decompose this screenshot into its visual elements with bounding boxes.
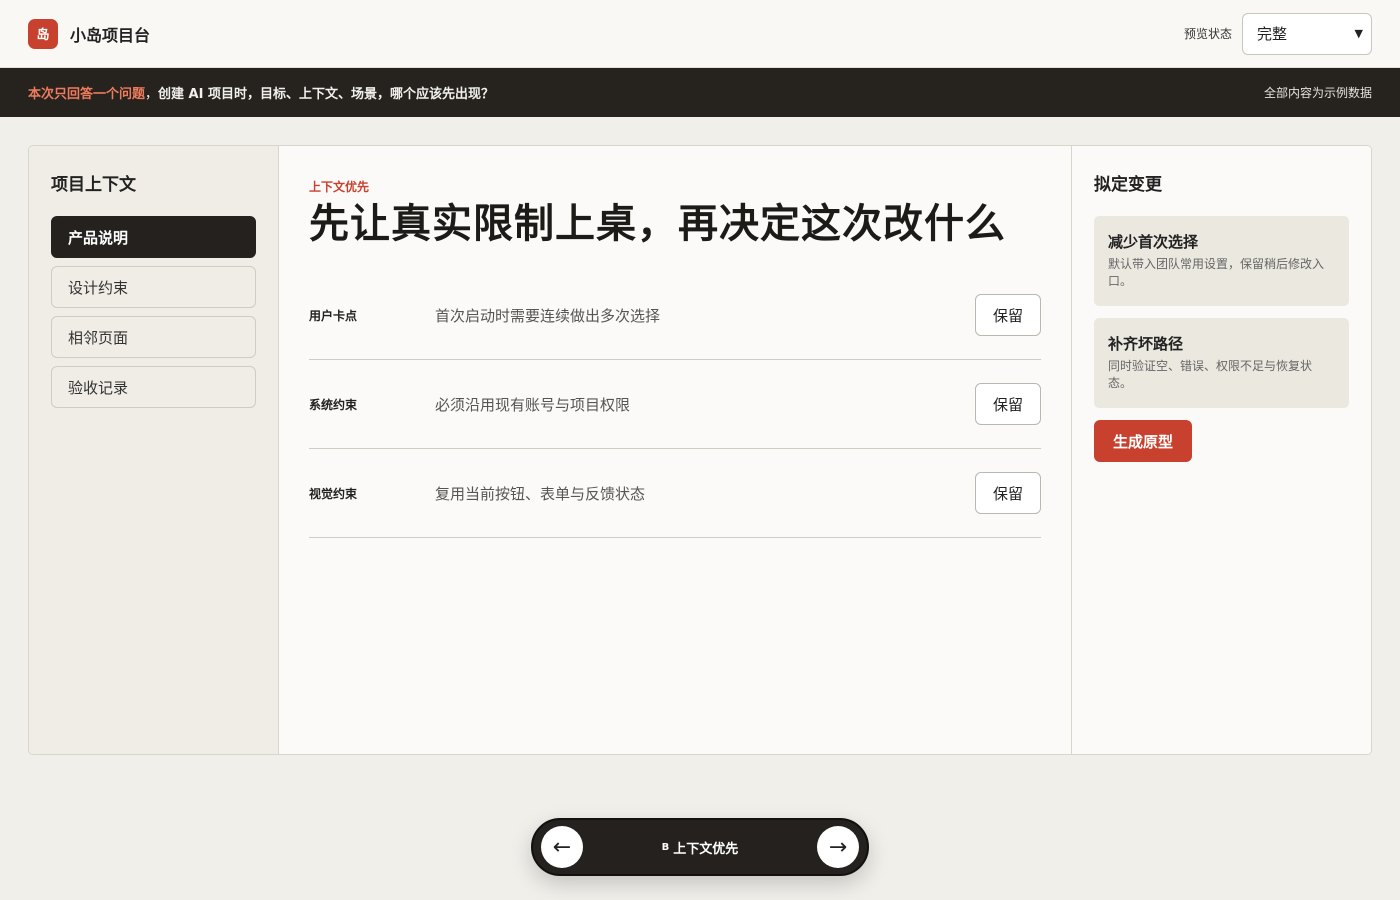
- logo-icon: 岛: [28, 18, 58, 49]
- context-main: 上下文优先 先让真实限制上桌，再决定这次改什么 用户卡点 首次启动时需要连续做出…: [279, 146, 1072, 754]
- banner-question-text: 创建 AI 项目时，目标、上下文、场景，哪个应该先出现？: [158, 87, 494, 102]
- constraint-text: 首次启动时需要连续做出多次选择: [435, 306, 661, 325]
- top-bar: 岛 小岛项目台 预览状态 完整 ▼: [0, 0, 1400, 68]
- section-eyebrow: 上下文优先: [309, 180, 370, 194]
- workspace-card: 项目上下文 产品说明 设计约束 相邻页面 验收记录 上下文优先 先让真实限制上桌…: [28, 145, 1372, 755]
- sample-data-note: 全部内容为示例数据: [1263, 86, 1372, 100]
- change-title: 减少首次选择: [1108, 233, 1199, 251]
- constraint-text: 必须沿用现有账号与项目权限: [435, 395, 631, 414]
- variant-name: 上下文优先: [673, 841, 739, 857]
- change-title: 补齐坏路径: [1108, 335, 1184, 353]
- sidebar-item-product-spec[interactable]: 产品说明: [51, 216, 256, 258]
- variant-label: B 上下文优先: [662, 838, 739, 857]
- variant-badge: B: [661, 841, 670, 853]
- generate-prototype-button[interactable]: 生成原型: [1094, 420, 1192, 462]
- change-card: 补齐坏路径 同时验证空、错误、权限不足与恢复状态。: [1094, 318, 1349, 408]
- constraint-label: 系统约束: [309, 397, 358, 412]
- change-desc: 同时验证空、错误、权限不足与恢复状态。: [1108, 359, 1313, 390]
- brand[interactable]: 岛 小岛项目台: [28, 18, 151, 49]
- keep-button[interactable]: 保留: [975, 472, 1041, 514]
- sidebar-item-acceptance-records[interactable]: 验收记录: [51, 366, 256, 408]
- arrow-left-icon[interactable]: ←: [541, 826, 583, 868]
- page-title: 先让真实限制上桌，再决定这次改什么: [309, 201, 1006, 247]
- app-name: 小岛项目台: [70, 25, 151, 45]
- preview-label: 预览状态: [1183, 27, 1232, 41]
- preview-state-value: 完整: [1257, 25, 1288, 43]
- question-banner: 本次只回答一个问题，创建 AI 项目时，目标、上下文、场景，哪个应该先出现？ 全…: [0, 68, 1400, 117]
- preview-control: 预览状态 完整 ▼: [1183, 12, 1372, 55]
- sidebar-item-adjacent-pages[interactable]: 相邻页面: [51, 316, 256, 358]
- banner-highlight: 本次只回答一个问题: [28, 87, 146, 102]
- change-desc: 默认带入团队常用设置，保留稍后修改入口。: [1108, 257, 1325, 288]
- variant-pager: ← B 上下文优先 →: [531, 818, 869, 876]
- constraint-row: 系统约束 必须沿用现有账号与项目权限 保留: [309, 360, 1041, 449]
- keep-button[interactable]: 保留: [975, 294, 1041, 336]
- chevron-down-icon: ▼: [1354, 27, 1363, 40]
- change-card: 减少首次选择 默认带入团队常用设置，保留稍后修改入口。: [1094, 216, 1349, 306]
- constraint-label: 用户卡点: [309, 308, 358, 323]
- arrow-right-icon[interactable]: →: [816, 826, 859, 868]
- changes-title: 拟定变更: [1094, 175, 1162, 195]
- proposed-changes-panel: 拟定变更 减少首次选择 默认带入团队常用设置，保留稍后修改入口。 补齐坏路径 同…: [1072, 146, 1371, 754]
- sidebar-title: 项目上下文: [51, 175, 136, 195]
- context-sidebar: 项目上下文 产品说明 设计约束 相邻页面 验收记录: [29, 146, 279, 754]
- constraint-row: 用户卡点 首次启动时需要连续做出多次选择 保留: [309, 271, 1041, 360]
- constraint-text: 复用当前按钮、表单与反馈状态: [435, 484, 646, 503]
- banner-question: 本次只回答一个问题，创建 AI 项目时，目标、上下文、场景，哪个应该先出现？: [28, 83, 494, 102]
- sidebar-item-design-constraints[interactable]: 设计约束: [51, 266, 256, 308]
- constraint-label: 视觉约束: [309, 486, 358, 501]
- constraint-row: 视觉约束 复用当前按钮、表单与反馈状态 保留: [309, 449, 1041, 538]
- banner-separator: ，: [145, 87, 159, 102]
- preview-state-select[interactable]: 完整 ▼: [1242, 12, 1372, 55]
- keep-button[interactable]: 保留: [975, 383, 1041, 425]
